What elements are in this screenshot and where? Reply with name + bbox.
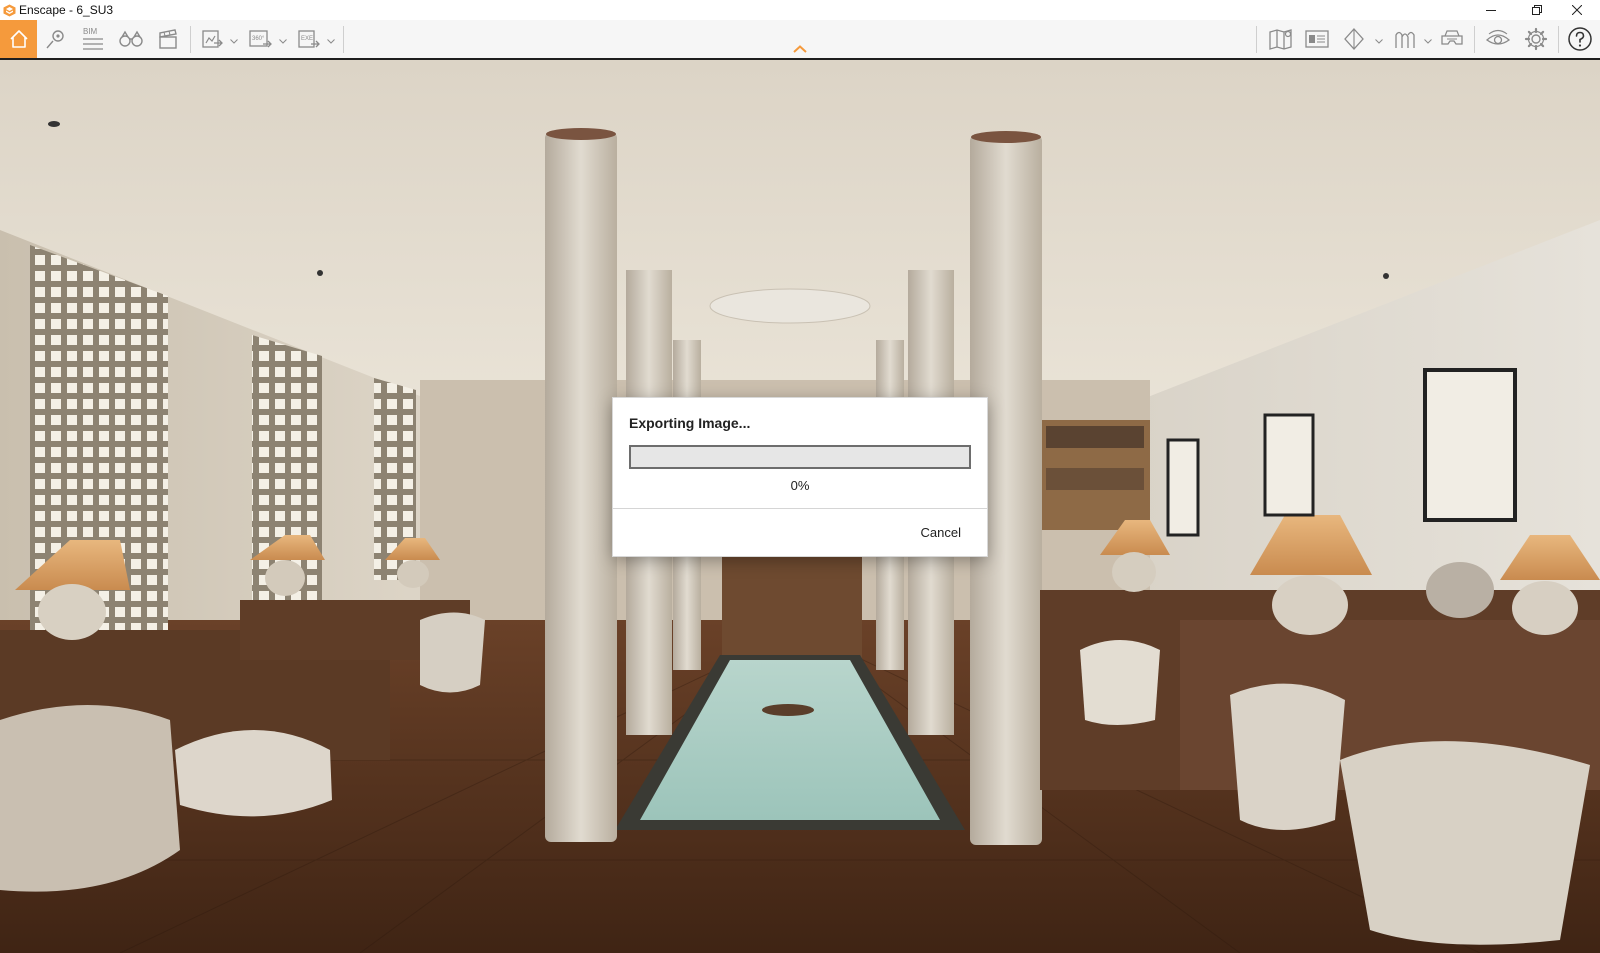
asset-library-icon xyxy=(1305,30,1329,48)
close-icon xyxy=(1572,5,1582,15)
collapse-toolbar-toggle[interactable] xyxy=(791,43,809,55)
views-button[interactable] xyxy=(42,20,70,58)
exe-label: EXE xyxy=(301,36,313,42)
title-bar: Enscape - 6_SU3 xyxy=(0,0,1600,20)
chevron-down-icon xyxy=(327,38,335,44)
atmosphere-button[interactable] xyxy=(1390,20,1420,58)
binoculars-icon xyxy=(119,30,143,47)
export-image-dropdown[interactable] xyxy=(229,37,239,45)
vr-headset-button[interactable] xyxy=(1437,20,1467,58)
toolbar-separator xyxy=(1474,26,1475,53)
visual-settings-icon xyxy=(1344,28,1364,50)
help-button[interactable] xyxy=(1564,20,1596,58)
dialog-divider xyxy=(613,508,987,509)
chevron-down-icon xyxy=(1424,38,1432,44)
view-button[interactable] xyxy=(1483,20,1513,58)
standalone-export-button[interactable]: EXE xyxy=(294,20,324,58)
help-icon xyxy=(1568,27,1592,51)
clapperboard-icon xyxy=(159,29,177,49)
panorama-dropdown[interactable] xyxy=(278,37,288,45)
atmosphere-icon xyxy=(1395,31,1415,48)
restore-icon xyxy=(1532,5,1542,15)
bim-button[interactable]: BIM xyxy=(78,20,108,58)
bim-label: BIM xyxy=(83,27,98,36)
minimize-icon xyxy=(1486,10,1496,11)
chevron-down-icon xyxy=(1375,38,1383,44)
cancel-button[interactable]: Cancel xyxy=(915,522,967,542)
map-icon xyxy=(1269,29,1292,50)
view-management-button[interactable] xyxy=(116,20,146,58)
home-button[interactable] xyxy=(0,20,37,58)
standalone-export-icon: EXE xyxy=(298,30,320,48)
export-image-icon xyxy=(202,30,223,48)
asset-library-button[interactable] xyxy=(1302,20,1332,58)
panorama-button[interactable]: 360° xyxy=(245,20,275,58)
export-progress-dialog: Exporting Image... 0% Cancel xyxy=(613,398,987,556)
standalone-export-dropdown[interactable] xyxy=(326,37,336,45)
visual-settings-button[interactable] xyxy=(1339,20,1369,58)
location-pin-icon xyxy=(46,30,64,49)
progress-percentage: 0% xyxy=(790,478,810,493)
home-icon xyxy=(9,30,28,48)
toolbar-separator xyxy=(190,26,191,53)
minimize-button[interactable] xyxy=(1468,0,1514,20)
bim-icon: BIM xyxy=(83,27,103,50)
map-button[interactable] xyxy=(1266,20,1296,58)
export-progress-bar xyxy=(629,445,971,469)
enscape-logo-icon xyxy=(3,4,16,17)
toolbar-separator xyxy=(1558,26,1559,53)
visual-settings-dropdown[interactable] xyxy=(1374,37,1384,45)
chevron-up-icon xyxy=(793,45,807,53)
video-editor-button[interactable] xyxy=(154,20,182,58)
export-image-button[interactable] xyxy=(198,20,226,58)
panorama-label: 360° xyxy=(252,36,265,42)
vr-headset-icon xyxy=(1441,30,1463,45)
chevron-down-icon xyxy=(230,38,238,44)
settings-icon xyxy=(1524,27,1548,51)
atmosphere-dropdown[interactable] xyxy=(1423,37,1433,45)
settings-button[interactable] xyxy=(1521,20,1551,58)
panorama-icon: 360° xyxy=(249,30,272,48)
toolbar-separator xyxy=(343,26,344,53)
view-icon xyxy=(1485,29,1511,45)
toolbar-separator xyxy=(1256,26,1257,53)
close-button[interactable] xyxy=(1554,0,1600,20)
enscape-toolbar: BIM 360° EXE xyxy=(0,20,1600,60)
window-title: Enscape - 6_SU3 xyxy=(19,3,114,17)
chevron-down-icon xyxy=(279,38,287,44)
dialog-title: Exporting Image... xyxy=(629,415,751,431)
